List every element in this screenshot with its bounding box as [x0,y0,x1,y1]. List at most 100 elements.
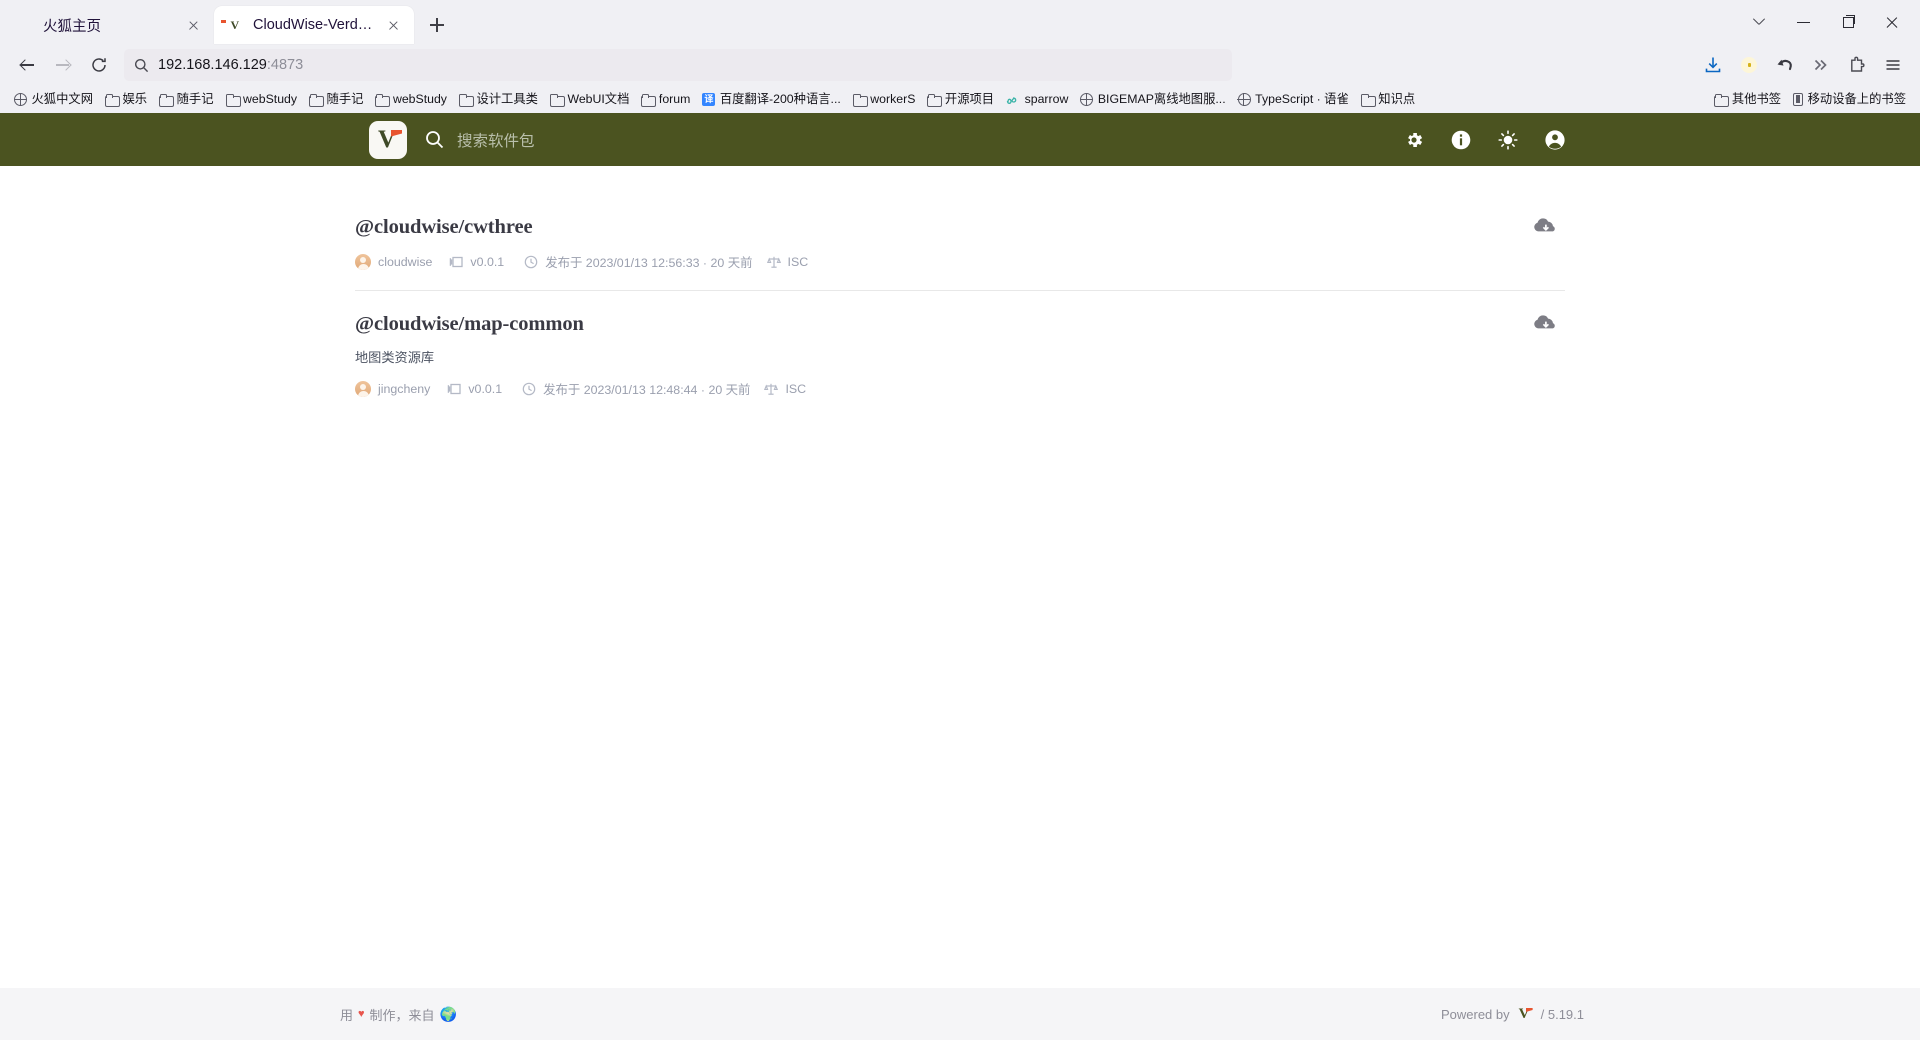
cloud-download-icon[interactable] [1533,214,1559,240]
search-icon [425,130,444,149]
back-icon[interactable] [10,48,44,82]
bookmark-label: workerS [870,92,916,106]
bookmark-label: 其他书签 [1731,92,1782,106]
bookmark-other-bookmarks[interactable]: 其他书签 [1708,90,1787,109]
bookmark-label: 火狐中文网 [31,92,94,106]
bookmark-label: 百度翻译-200种语言... [719,92,841,106]
account-icon[interactable] [1544,129,1566,151]
globe-icon [1237,92,1251,106]
page-content: V 搜索软件包 @cloudwise/cwthree cloudwise v0.… [0,113,1920,1040]
close-icon[interactable] [183,15,204,36]
package-item[interactable]: @cloudwise/map-common 地图类资源库 jingcheny v… [355,291,1565,417]
package-search[interactable]: 搜索软件包 [425,129,1403,151]
bookmark-item[interactable]: webStudy [369,90,453,109]
app-menu-icon[interactable] [1876,48,1910,82]
bookmark-mobile-bookmarks[interactable]: 移动设备上的书签 [1787,90,1912,109]
clock-icon [524,255,538,269]
bookmark-label: 随手记 [176,92,214,106]
package-item[interactable]: @cloudwise/cwthree cloudwise v0.0.1 发布于 … [355,194,1565,291]
bookmark-item[interactable]: BIGEMAP离线地图服... [1074,90,1231,109]
minimize-icon[interactable] [1782,6,1826,38]
tab-firefox-home[interactable]: 火狐主页 [4,6,214,44]
forward-icon[interactable] [46,48,80,82]
package-name[interactable]: @cloudwise/map-common [355,313,1565,336]
package-author[interactable]: cloudwise [378,255,432,269]
bookmark-item[interactable]: webStudy [220,90,304,109]
tab-cloudwise-verdaccio[interactable]: V CloudWise-Verdaccio [214,6,414,44]
clock-icon [522,382,536,396]
cloud-download-icon[interactable] [1533,311,1559,337]
close-icon[interactable] [1870,6,1914,38]
bookmark-item[interactable]: WebUI文档 [544,90,635,109]
bookmark-label: webStudy [392,92,447,106]
undo-icon[interactable] [1768,48,1802,82]
bookmark-item[interactable]: 译 百度翻译-200种语言... [696,90,846,109]
license-scales-icon [764,382,779,396]
settings-icon[interactable] [1403,129,1425,151]
overflow-chevrons-icon[interactable] [1804,48,1838,82]
folder-icon [641,94,657,107]
package-license: ISC [787,255,809,269]
package-name[interactable]: @cloudwise/cwthree [355,216,1565,239]
extensions-icon[interactable] [1840,48,1874,82]
theme-toggle-icon[interactable] [1497,129,1519,151]
info-icon[interactable] [1450,129,1472,151]
folder-icon [549,94,565,107]
download-icon[interactable] [1696,48,1730,82]
header-actions [1403,129,1566,151]
search-placeholder: 搜索软件包 [457,132,535,150]
toolbar-right-actions [1696,48,1910,82]
verdaccio-version: / 5.19.1 [1540,1006,1584,1022]
bookmark-item[interactable]: forum [635,90,696,109]
notification-dot[interactable] [1732,48,1766,82]
url-port: :4873 [266,57,304,73]
tab-title: 火狐主页 [43,18,101,35]
firefox-icon [17,17,34,34]
bookmark-item[interactable]: workerS [847,90,922,109]
footer-prefix: 用 [340,1007,354,1023]
bookmark-item[interactable]: 随手记 [303,90,369,109]
powered-by-label: Powered by [1440,1006,1510,1022]
verdaccio-logo-flag [391,129,402,137]
package-author[interactable]: jingcheny [378,382,430,396]
bookmark-item[interactable]: TypeScript · 语雀 [1232,90,1355,109]
bookmark-label: TypeScript · 语雀 [1255,92,1349,106]
verdaccio-footer: 用 ♥ 制作，来自 🌍 Powered by V / 5.19.1 [0,988,1920,1040]
new-tab-button[interactable] [420,8,454,42]
bookmark-label: 开源项目 [944,92,995,106]
bookmark-item[interactable]: 火狐中文网 [8,90,99,109]
folder-icon [927,94,943,107]
maximize-icon[interactable] [1826,6,1870,38]
bookmark-label: forum [658,92,691,106]
close-icon[interactable] [383,15,404,36]
bookmark-item[interactable]: 随手记 [153,90,219,109]
verdaccio-logo-small: V [1517,1006,1534,1023]
bookmark-label: BIGEMAP离线地图服... [1097,92,1226,106]
footer-powered-by: Powered by V / 5.19.1 [1441,1006,1584,1023]
folder-icon [1360,94,1376,107]
mobile-icon [1793,93,1804,106]
bookmark-item[interactable]: 娱乐 [99,90,153,109]
bookmark-item[interactable]: 知识点 [1355,90,1421,109]
folder-icon [309,94,325,107]
reload-icon[interactable] [82,48,116,82]
bookmark-item[interactable]: 开源项目 [921,90,1000,109]
verdaccio-header: V 搜索软件包 [0,113,1920,166]
package-box-icon [449,255,464,269]
bookmark-item[interactable]: 设计工具类 [453,90,544,109]
package-meta: cloudwise v0.0.1 发布于 2023/01/13 12:56:33… [355,253,1565,271]
verdaccio-logo[interactable]: V [369,120,407,159]
globe-icon [13,92,27,106]
address-bar[interactable]: 192.168.146.129:4873 [124,49,1232,81]
package-description: 地图类资源库 [355,350,435,365]
url-text: 192.168.146.129:4873 [158,57,303,73]
bookmark-item[interactable]: sparrow [1000,90,1074,109]
avatar [355,254,371,270]
sparrow-icon [1006,93,1020,106]
chevron-down-icon[interactable] [1738,6,1782,38]
heart-icon: ♥ [358,1008,365,1020]
bookmark-label: 设计工具类 [476,92,538,106]
bookmark-label: sparrow [1024,92,1069,106]
package-meta: jingcheny v0.0.1 发布于 2023/01/13 12:48:44… [355,380,1565,398]
package-version: v0.0.1 [470,255,505,269]
